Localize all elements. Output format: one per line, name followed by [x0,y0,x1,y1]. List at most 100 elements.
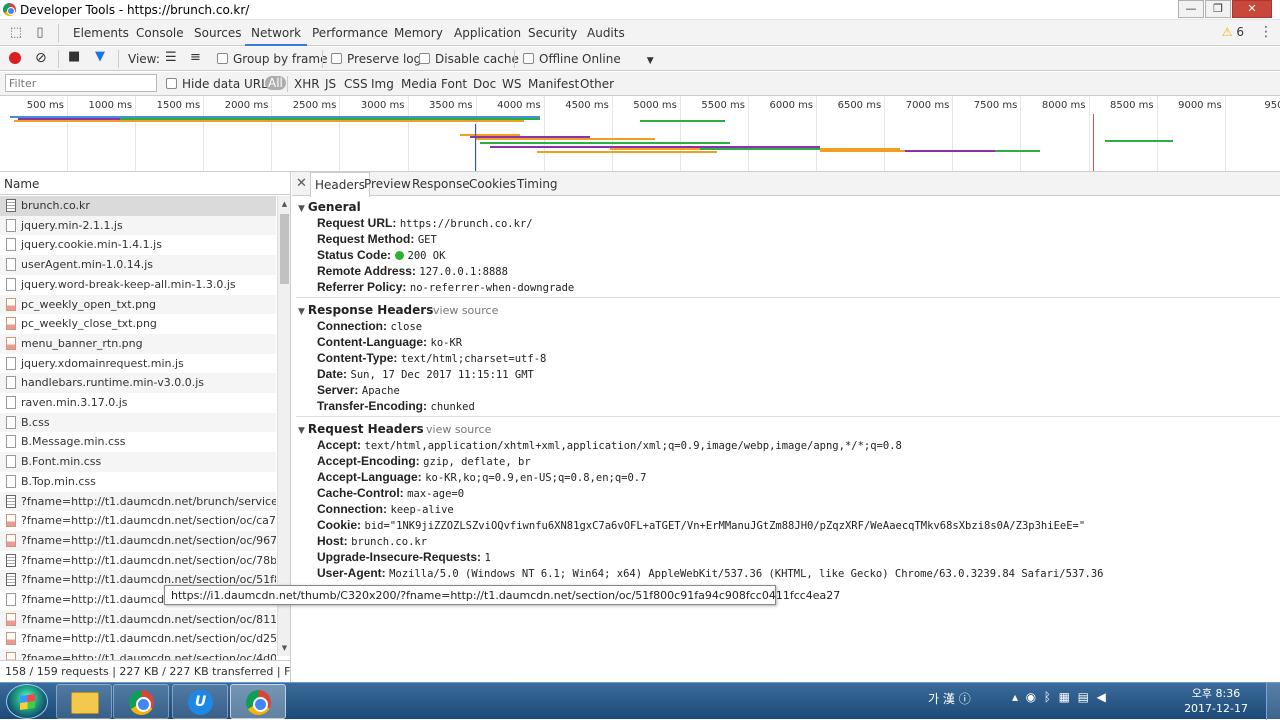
ime-indicator[interactable]: 가 漢 ⓘ [928,690,971,707]
filter-icon[interactable]: ▼ [95,49,105,64]
filter-type-other[interactable]: Other [580,77,614,91]
throttling-select[interactable]: Online ▼ [582,52,654,66]
request-row[interactable]: handlebars.runtime.min-v3.0.0.js [0,373,276,393]
bluetooth-icon[interactable]: ᛒ [1044,690,1051,704]
request-row[interactable]: B.Message.min.css [0,432,276,452]
detail-tab-headers[interactable]: Headers [310,172,370,197]
tab-network[interactable]: Network [245,20,308,46]
filter-type-xhr[interactable]: XHR [294,77,320,91]
filter-type-media[interactable]: Media [401,77,437,91]
request-row[interactable]: userAgent.min-1.0.14.js [0,255,276,275]
scroll-down-icon[interactable]: ▼ [278,642,290,654]
tab-audits[interactable]: Audits [581,20,631,46]
minimize-button[interactable]: — [1178,0,1204,18]
network-icon[interactable]: ▦ [1059,690,1070,704]
request-row[interactable]: B.Font.min.css [0,452,276,472]
timeline-tick-label: 8000 ms [1041,100,1086,111]
offline-checkbox[interactable]: Offline [523,52,578,66]
printer-icon[interactable]: ▤ [1078,690,1089,704]
request-row[interactable]: ?fname=http://t1.daumcdn.net/section/oc/… [0,609,276,630]
general-section-header[interactable]: ▼ General [298,200,361,214]
name-column-header[interactable]: Name [0,172,290,195]
disable-cache-checkbox[interactable]: Disable cache [419,52,519,66]
tab-sources[interactable]: Sources [188,20,247,46]
group-by-frame-checkbox[interactable]: Group by frame [217,52,327,66]
warnings-counter[interactable]: ⚠ 6 [1222,25,1244,39]
clear-icon[interactable]: ⊘ [35,50,47,66]
header-row: Server: Apache [317,383,400,397]
request-row[interactable]: ?fname=http://t1.daumcdn.net/section/oc/… [0,530,276,551]
request-row[interactable]: jquery.min-2.1.1.js [0,215,276,236]
filter-type-ws[interactable]: WS [502,77,521,91]
clock-time: 오후 8:36 [1191,687,1241,700]
waterfall-icon[interactable]: ≡ [190,50,201,65]
request-row[interactable]: pc_weekly_open_txt.png [0,294,276,315]
filter-type-js[interactable]: JS [325,77,336,91]
request-headers-section-header[interactable]: ▼ Request Headers [298,422,424,436]
request-row[interactable]: menu_banner_rtn.png [0,333,276,354]
system-clock[interactable]: 오후 8:36 2017-12-17 [1184,686,1248,716]
device-toolbar-icon[interactable]: ▯ [32,25,48,41]
taskbar-chrome-devtools[interactable] [230,684,286,719]
close-icon[interactable]: ✕ [296,176,307,191]
volume-icon[interactable]: ◀ [1097,690,1106,704]
file-icon [6,514,16,528]
tab-console[interactable]: Console [130,20,190,46]
request-row[interactable]: pc_weekly_close_txt.png [0,314,276,334]
scroll-thumb[interactable] [280,214,289,284]
taskbar-chrome[interactable] [113,684,169,719]
request-row[interactable]: ?fname=http://t1.daumcdn.net/brunch/serv… [0,491,276,512]
filter-type-css[interactable]: CSS [344,77,368,91]
request-row[interactable]: jquery.cookie.min-1.4.1.js [0,235,276,255]
request-row[interactable]: ?fname=http://t1.daumcdn.net/section/oc/… [0,551,276,571]
tray-app-icon[interactable]: ◉ [1026,690,1036,704]
request-row[interactable]: jquery.xdomainrequest.min.js [0,354,276,374]
throttling-value: Online [582,52,621,66]
filter-input[interactable] [5,74,157,92]
request-row[interactable]: B.Top.min.css [0,472,276,492]
maximize-button[interactable]: ❐ [1205,0,1231,18]
taskbar-up-app[interactable]: U [172,684,228,719]
detail-tab-timing[interactable]: Timing [517,177,558,191]
hide-data-urls-checkbox[interactable]: Hide data URLs [166,77,274,91]
tab-application[interactable]: Application [448,20,527,46]
filter-type-doc[interactable]: Doc [473,77,496,91]
response-view-source-link[interactable]: view source [433,304,498,317]
taskbar-explorer[interactable] [56,684,112,719]
preserve-log-checkbox[interactable]: Preserve log [331,52,421,66]
expand-tray-icon[interactable]: ▴ [1012,690,1018,704]
request-row[interactable]: brunch.co.kr [0,196,276,216]
large-rows-icon[interactable]: ☰ [165,50,177,65]
tray-icons[interactable]: ▴ ◉ ᛒ ▦ ▤ ◀ [1012,690,1106,704]
start-button[interactable] [6,684,48,719]
chrome-icon [246,690,271,715]
tab-performance[interactable]: Performance [306,20,394,46]
filter-type-all[interactable]: All [265,76,286,90]
request-row[interactable]: ?fname=http://t1.daumcdn.net/section/oc/… [0,629,276,649]
record-icon[interactable] [9,52,21,64]
tab-elements[interactable]: Elements [67,20,135,46]
detail-tab-response[interactable]: Response [412,177,470,191]
close-window-button[interactable]: ✕ [1232,0,1272,18]
timeline-overview[interactable]: 500 ms 1000 ms 1500 ms 2000 ms 2500 ms 3000 m… [0,96,1280,172]
request-row[interactable]: jquery.word-break-keep-all.min-1.3.0.js [0,275,276,295]
request-row[interactable]: B.css [0,412,276,433]
request-row[interactable]: ?fname=http://t1.daumcdn.net/section/oc/… [0,649,276,660]
tab-memory[interactable]: Memory [388,20,449,46]
filter-type-manifest[interactable]: Manifest [528,77,579,91]
request-row[interactable]: raven.min.3.17.0.js [0,393,276,413]
response-headers-section-header[interactable]: ▼ Response Headers [298,303,433,317]
request-row[interactable]: ?fname=http://t1.daumcdn.net/section/oc/… [0,511,276,531]
help-icon[interactable]: ⓘ [959,692,971,706]
tab-security[interactable]: Security [522,20,583,46]
detail-tab-preview[interactable]: Preview [364,177,411,191]
more-options-icon[interactable]: ⋮ [1259,24,1273,40]
camera-icon[interactable]: ■ [68,49,80,64]
detail-tab-cookies[interactable]: Cookies [469,177,516,191]
inspect-element-icon[interactable]: ⬚ [8,25,24,41]
scroll-up-icon[interactable]: ▲ [278,198,290,210]
show-desktop-button[interactable] [1266,683,1280,720]
filter-type-font[interactable]: Font [441,77,467,91]
filter-type-img[interactable]: Img [371,77,394,91]
request-view-source-link[interactable]: view source [426,423,491,436]
